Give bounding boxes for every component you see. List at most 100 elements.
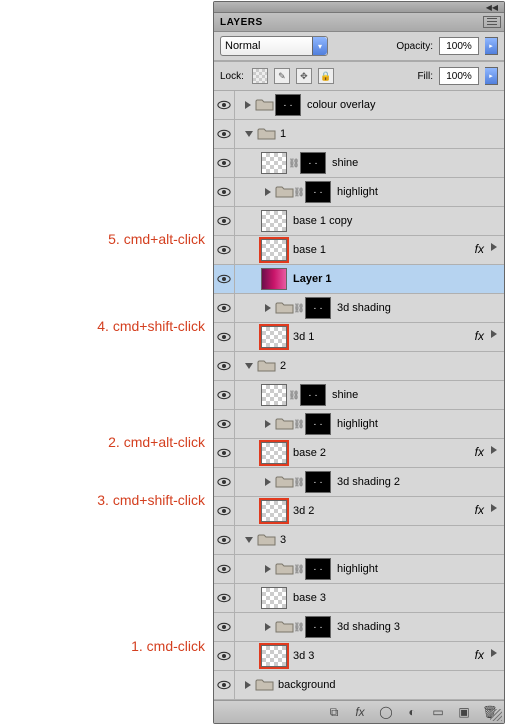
layer-name[interactable]: 3d shading	[337, 302, 391, 314]
layer-row[interactable]: ⛓· ·shine	[214, 149, 504, 178]
fx-disclosure-icon[interactable]	[491, 446, 497, 454]
panel-menu-icon[interactable]	[483, 16, 501, 28]
lock-image-icon[interactable]: ✎	[274, 68, 290, 84]
layer-row[interactable]: base 3	[214, 584, 504, 613]
blend-mode-select[interactable]: Normal ▾	[220, 36, 328, 56]
disclosure-closed-icon[interactable]	[265, 188, 271, 196]
layer-row[interactable]: 1	[214, 120, 504, 149]
layer-thumbnail[interactable]	[261, 500, 287, 522]
layer-row[interactable]: base 1 copy	[214, 207, 504, 236]
layer-thumbnail[interactable]	[261, 152, 287, 174]
layer-row[interactable]: background	[214, 671, 504, 700]
visibility-eye-icon[interactable]	[214, 323, 235, 351]
disclosure-closed-icon[interactable]	[245, 681, 251, 689]
opacity-slider-icon[interactable]: ▸	[485, 37, 498, 55]
disclosure-open-icon[interactable]	[245, 363, 253, 369]
layer-name[interactable]: 3d 3	[293, 650, 314, 662]
layer-name[interactable]: highlight	[337, 418, 378, 430]
layer-row[interactable]: ⛓· ·3d shading	[214, 294, 504, 323]
layer-mask-thumbnail[interactable]: · ·	[305, 471, 331, 493]
visibility-eye-icon[interactable]	[214, 294, 235, 322]
layer-row[interactable]: ⛓· ·shine	[214, 381, 504, 410]
layer-name[interactable]: shine	[332, 157, 358, 169]
layer-name[interactable]: 3d 1	[293, 331, 314, 343]
layer-name[interactable]: base 1 copy	[293, 215, 352, 227]
layer-name[interactable]: highlight	[337, 186, 378, 198]
disclosure-open-icon[interactable]	[245, 131, 253, 137]
visibility-eye-icon[interactable]	[214, 149, 235, 177]
layer-name[interactable]: colour overlay	[307, 99, 375, 111]
link-layers-icon[interactable]: ⧉	[326, 704, 342, 720]
fill-slider-icon[interactable]: ▸	[485, 67, 498, 85]
layer-row[interactable]: 3d 1fx	[214, 323, 504, 352]
disclosure-open-icon[interactable]	[245, 537, 253, 543]
disclosure-closed-icon[interactable]	[265, 304, 271, 312]
visibility-eye-icon[interactable]	[214, 178, 235, 206]
layer-name[interactable]: background	[278, 679, 336, 691]
layers-tab[interactable]: LAYERS	[220, 17, 263, 28]
visibility-eye-icon[interactable]	[214, 526, 235, 554]
fx-disclosure-icon[interactable]	[491, 649, 497, 657]
new-layer-icon[interactable]: ▣	[456, 704, 472, 720]
layer-name[interactable]: 3	[280, 534, 286, 546]
layer-thumbnail[interactable]	[261, 210, 287, 232]
visibility-eye-icon[interactable]	[214, 265, 235, 293]
layer-mask-thumbnail[interactable]: · ·	[305, 558, 331, 580]
lock-position-icon[interactable]: ✥	[296, 68, 312, 84]
layer-mask-thumbnail[interactable]: · ·	[305, 413, 331, 435]
opacity-input[interactable]: 100%	[439, 37, 479, 55]
disclosure-closed-icon[interactable]	[245, 101, 251, 109]
layer-thumbnail[interactable]	[261, 239, 287, 261]
layer-row[interactable]: Layer 1	[214, 265, 504, 294]
lock-all-icon[interactable]: 🔒	[318, 68, 334, 84]
layer-mask-thumbnail[interactable]: · ·	[305, 616, 331, 638]
layer-name[interactable]: highlight	[337, 563, 378, 575]
layer-row[interactable]: ⛓· ·highlight	[214, 178, 504, 207]
visibility-eye-icon[interactable]	[214, 439, 235, 467]
fx-disclosure-icon[interactable]	[491, 330, 497, 338]
layer-row[interactable]: ⛓· ·highlight	[214, 555, 504, 584]
layer-mask-thumbnail[interactable]: · ·	[300, 384, 326, 406]
layer-mask-thumbnail[interactable]: · ·	[305, 181, 331, 203]
disclosure-closed-icon[interactable]	[265, 565, 271, 573]
adjustment-layer-icon[interactable]: ◐	[404, 704, 420, 720]
visibility-eye-icon[interactable]	[214, 352, 235, 380]
fill-input[interactable]: 100%	[439, 67, 479, 85]
new-group-icon[interactable]: ▭	[430, 704, 446, 720]
layer-thumbnail[interactable]	[261, 442, 287, 464]
layer-row[interactable]: ⛓· ·highlight	[214, 410, 504, 439]
layer-name[interactable]: base 3	[293, 592, 326, 604]
visibility-eye-icon[interactable]	[214, 381, 235, 409]
visibility-eye-icon[interactable]	[214, 410, 235, 438]
visibility-eye-icon[interactable]	[214, 584, 235, 612]
layer-mask-icon[interactable]: ◯	[378, 704, 394, 720]
visibility-eye-icon[interactable]	[214, 120, 235, 148]
layer-mask-thumbnail[interactable]: · ·	[300, 152, 326, 174]
fx-badge[interactable]: fx	[475, 503, 484, 517]
layer-row[interactable]: 3	[214, 526, 504, 555]
dropdown-icon[interactable]: ▾	[312, 37, 327, 55]
layer-thumbnail[interactable]	[261, 587, 287, 609]
layer-name[interactable]: 1	[280, 128, 286, 140]
fx-disclosure-icon[interactable]	[491, 243, 497, 251]
layer-name[interactable]: 3d 2	[293, 505, 314, 517]
layer-thumbnail[interactable]	[261, 645, 287, 667]
visibility-eye-icon[interactable]	[214, 236, 235, 264]
visibility-eye-icon[interactable]	[214, 642, 235, 670]
layer-thumbnail[interactable]	[261, 384, 287, 406]
layer-name[interactable]: 3d shading 3	[337, 621, 400, 633]
layer-style-icon[interactable]: fx	[352, 704, 368, 720]
layer-mask-thumbnail[interactable]: · ·	[305, 297, 331, 319]
layer-row[interactable]: ⛓· ·3d shading 2	[214, 468, 504, 497]
layer-row[interactable]: base 2fx	[214, 439, 504, 468]
resize-handle-icon[interactable]	[490, 709, 502, 721]
layer-name[interactable]: base 1	[293, 244, 326, 256]
fx-disclosure-icon[interactable]	[491, 504, 497, 512]
layer-name[interactable]: base 2	[293, 447, 326, 459]
layer-name[interactable]: shine	[332, 389, 358, 401]
visibility-eye-icon[interactable]	[214, 207, 235, 235]
lock-transparency-icon[interactable]	[252, 68, 268, 84]
layer-name[interactable]: 2	[280, 360, 286, 372]
layer-row[interactable]: 3d 3fx	[214, 642, 504, 671]
visibility-eye-icon[interactable]	[214, 497, 235, 525]
